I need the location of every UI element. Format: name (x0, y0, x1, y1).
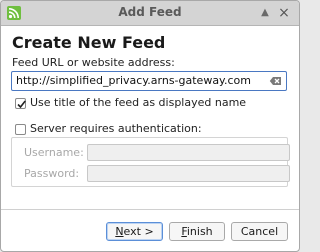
feed-url-label: Feed URL or website address: (12, 56, 175, 69)
next-label: ext > (123, 225, 154, 238)
window-title: Add Feed (118, 5, 182, 19)
close-icon[interactable]: × (276, 5, 292, 21)
username-field (87, 144, 290, 161)
button-separator (1, 209, 299, 210)
add-feed-dialog: Add Feed ▲ × Create New Feed Feed URL or… (0, 0, 300, 252)
next-button[interactable]: Next > (106, 222, 163, 241)
feed-url-input[interactable]: http://simplified_privacy.arns-gateway.c… (11, 71, 287, 91)
title-bar[interactable]: Add Feed ▲ × (1, 1, 299, 26)
use-title-label[interactable]: Use title of the feed as displayed name (30, 96, 246, 109)
next-mnemonic: N (115, 225, 124, 238)
username-label: Username: (24, 146, 84, 159)
clear-input-icon[interactable] (269, 74, 283, 88)
checkmark-icon (17, 100, 26, 109)
password-label: Password: (24, 167, 80, 180)
cancel-button[interactable]: Cancel (231, 222, 288, 241)
auth-checkbox[interactable] (15, 124, 26, 135)
auth-group: Username: Password: (11, 137, 290, 187)
finish-button[interactable]: Finish (169, 222, 225, 241)
page-title: Create New Feed (12, 33, 166, 52)
use-title-checkbox[interactable] (15, 98, 26, 109)
auth-label[interactable]: Server requires authentication: (30, 122, 202, 135)
minimize-icon[interactable]: ▲ (257, 5, 273, 21)
password-field (87, 165, 290, 182)
finish-label: inish (186, 225, 213, 238)
